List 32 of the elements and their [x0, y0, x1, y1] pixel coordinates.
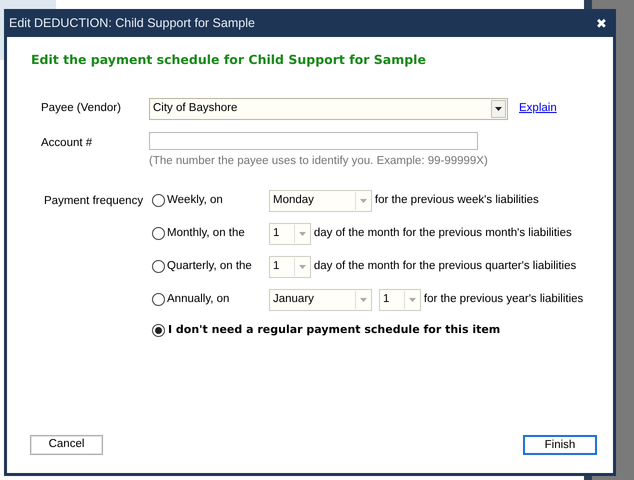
option-description: for the previous week's liabilities [374, 193, 539, 208]
radio-button[interactable] [152, 293, 165, 306]
dialog-heading: Edit the payment schedule for Child Support for Sample [31, 51, 427, 69]
option-label: Monthly, on the [167, 226, 246, 242]
option-label: Weekly, on [167, 193, 224, 208]
radio-button[interactable] [152, 194, 165, 208]
payee-dropdown[interactable]: City of Bayshore [149, 98, 508, 120]
option-label: I don't need a regular payment schedule for this item [168, 322, 500, 338]
field-label: Payment frequency [43, 194, 144, 209]
field-label: Account # [41, 136, 94, 151]
field-label: Payee (Vendor) [41, 101, 122, 116]
option-description: day of the month for the previous month's liabilities [314, 226, 572, 242]
hint-text: (The number the payee uses to identify you. Example: 99-99999X) [149, 154, 488, 169]
caret-icon [298, 264, 306, 269]
account-input[interactable] [149, 132, 478, 150]
radio-button[interactable] [152, 260, 165, 274]
caret-icon [495, 106, 502, 111]
option-label: Annually, on [167, 292, 230, 308]
dialog-button[interactable]: Finish [523, 435, 597, 455]
radio-button[interactable] [152, 227, 165, 240]
radio-button[interactable] [152, 324, 165, 337]
caret-icon [360, 298, 366, 302]
close-button[interactable]: ✖ [596, 16, 607, 30]
option-description: day of the month for the previous quarter's liabilities [314, 259, 576, 274]
explain-link[interactable]: Explain [519, 100, 557, 118]
caret-icon [360, 198, 366, 203]
dialog-button[interactable]: Cancel [30, 435, 103, 455]
option-description: for the previous year's liabilities [424, 292, 584, 308]
caret-icon [408, 298, 416, 302]
option-label: Quarterly, on the [167, 259, 253, 274]
window-title: Edit DEDUCTION: Child Support for Sample [9, 14, 255, 32]
caret-icon [298, 232, 306, 236]
